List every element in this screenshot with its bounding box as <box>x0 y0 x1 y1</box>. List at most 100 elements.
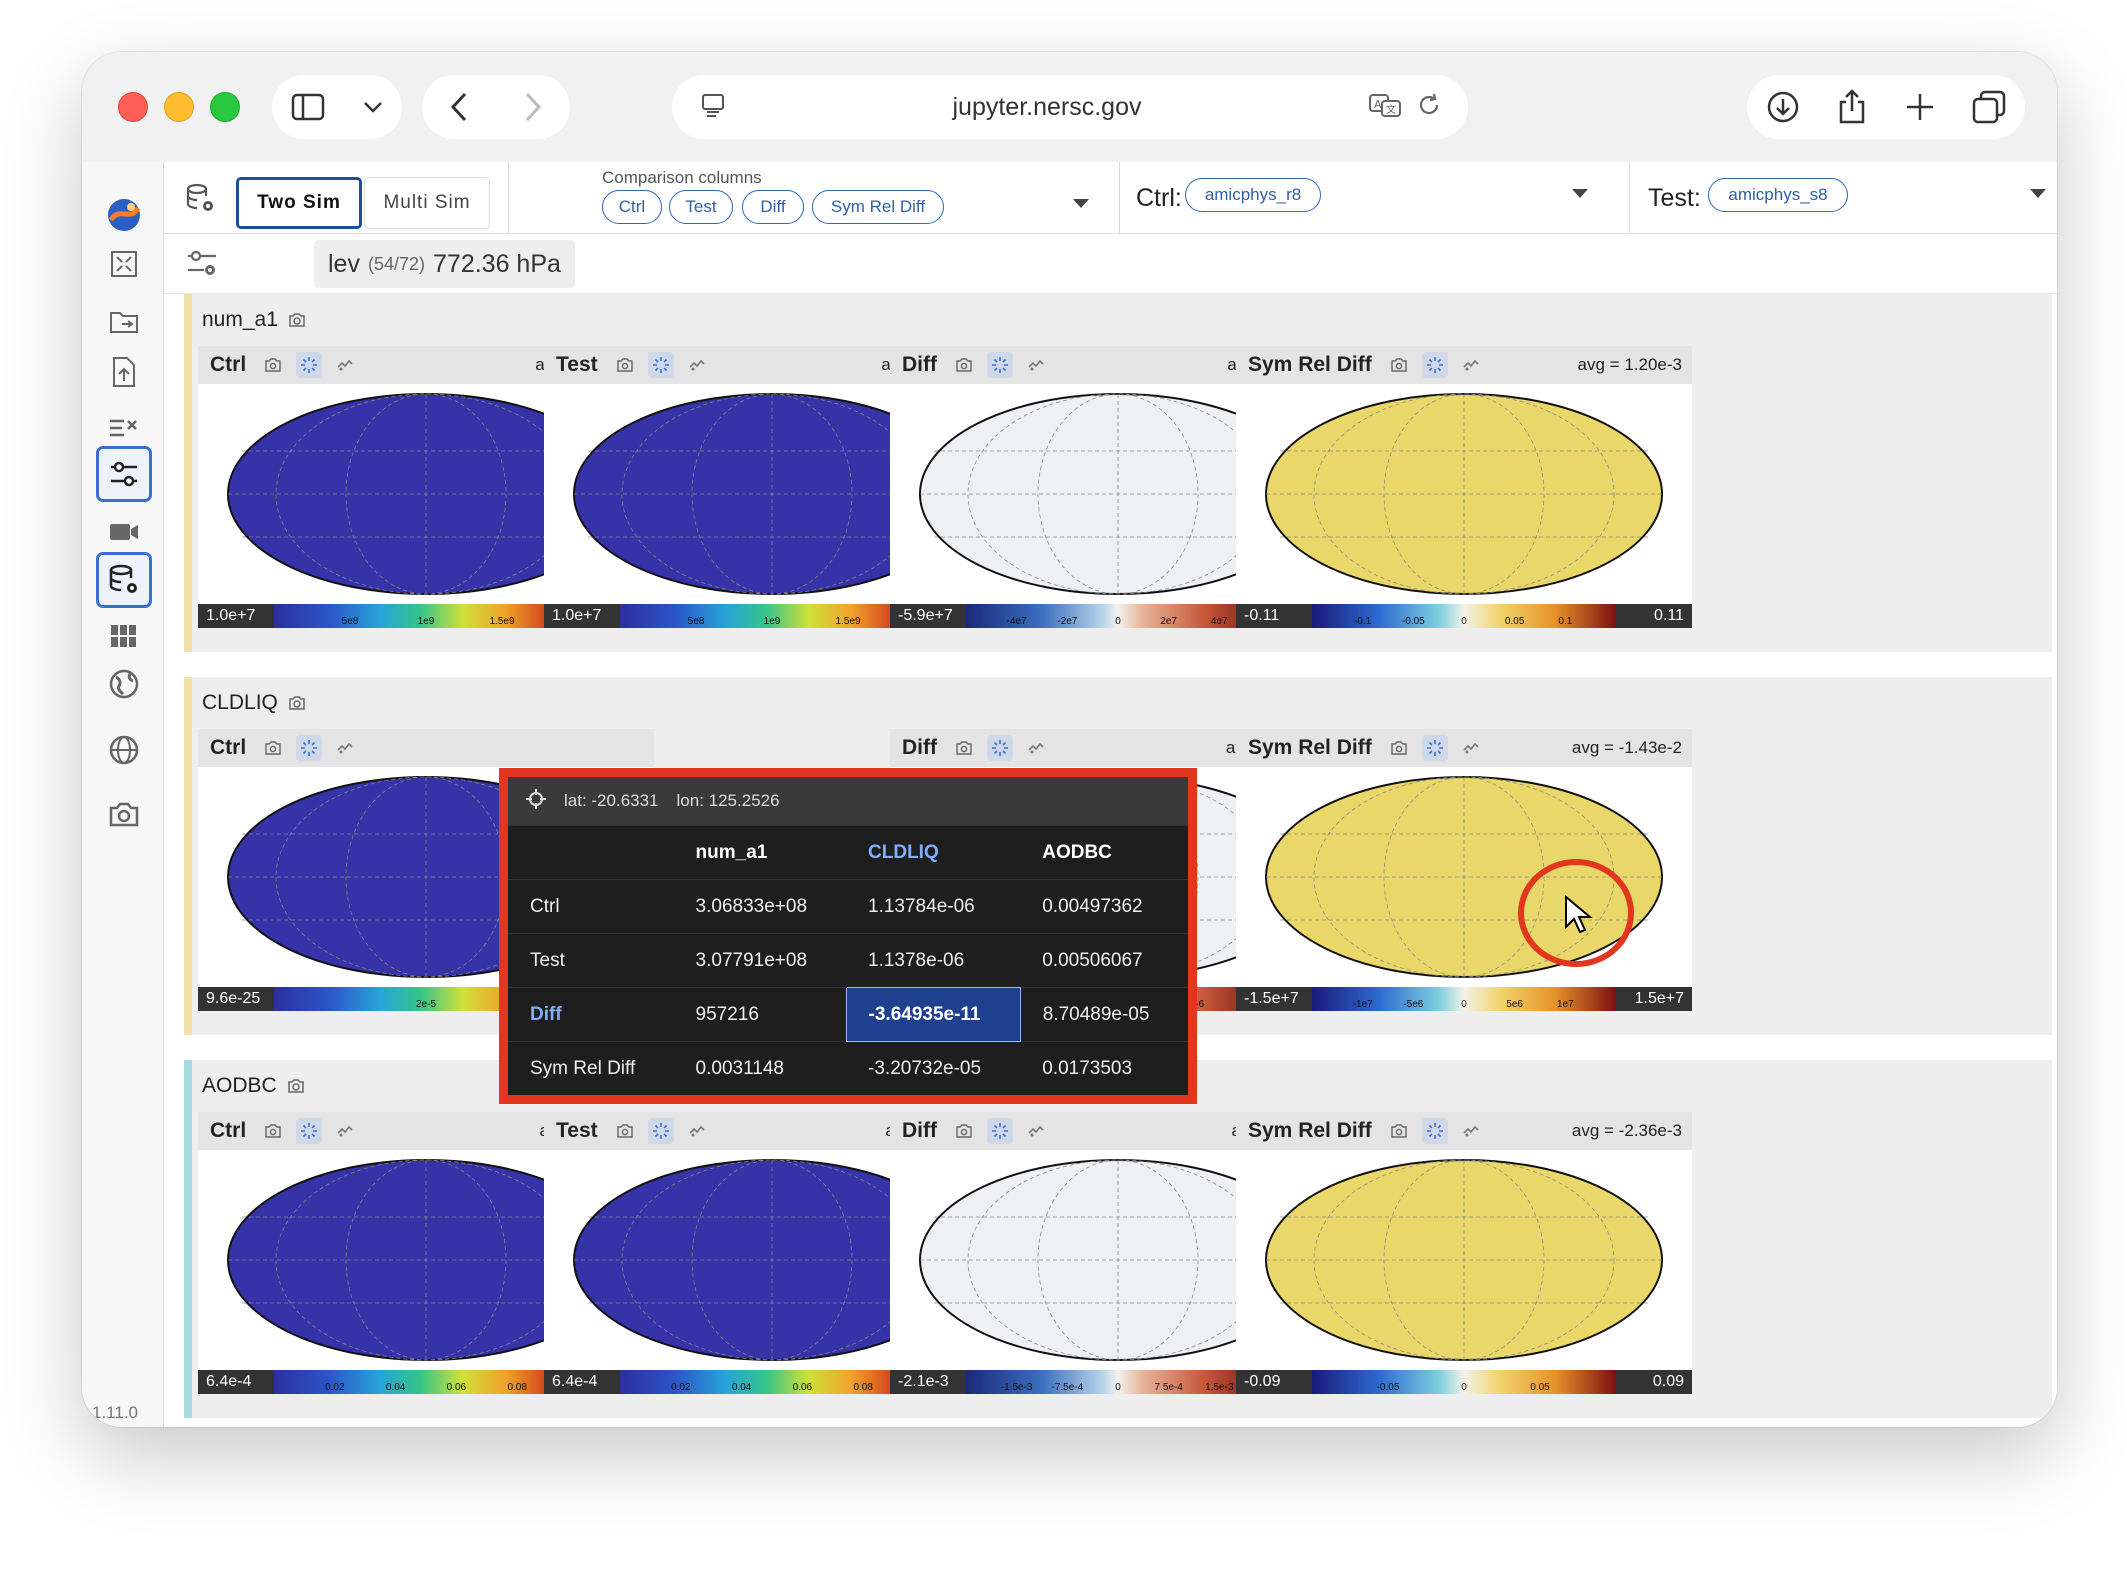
snapshot-icon[interactable] <box>951 1118 977 1144</box>
reader-icon[interactable] <box>700 92 726 123</box>
database-settings-icon[interactable] <box>96 552 152 608</box>
snapshot-icon[interactable] <box>1386 1118 1412 1144</box>
minimize-window-button[interactable] <box>164 92 194 122</box>
level-selector[interactable]: lev (54/72) 772.36 hPa <box>314 240 575 288</box>
colorbar-tick: 0.02 <box>325 1382 345 1393</box>
pointer-sync-icon[interactable] <box>647 1118 674 1144</box>
chip-sym-rel-diff[interactable]: Sym Rel Diff <box>812 190 944 224</box>
chip-ctrl[interactable]: Ctrl <box>602 190 662 224</box>
link-view-icon[interactable] <box>1458 735 1484 761</box>
map-panel[interactable]: Sym Rel Diff avg = -1.43e-2 -1.5e+7 -1e7 -5e… <box>1236 729 1692 1021</box>
pointer-sync-icon[interactable] <box>987 735 1013 761</box>
panel-title: Diff <box>902 353 937 376</box>
pointer-sync-icon[interactable] <box>296 735 323 761</box>
map-plot[interactable] <box>1236 767 1692 987</box>
camera-icon[interactable] <box>96 786 152 842</box>
snapshot-icon[interactable] <box>1386 352 1412 378</box>
translate-icon[interactable]: A文 <box>1368 92 1402 123</box>
sliders-icon[interactable] <box>96 446 152 502</box>
ctrl-dropdown-caret[interactable] <box>1572 189 1588 198</box>
link-view-icon[interactable] <box>684 1118 710 1144</box>
url-text[interactable]: jupyter.nersc.gov <box>726 93 1368 122</box>
maximize-window-button[interactable] <box>210 92 240 122</box>
multi-sim-toggle[interactable]: Multi Sim <box>364 177 490 229</box>
tabs-overview-icon[interactable] <box>1972 90 2006 124</box>
globe-icon[interactable] <box>96 722 152 778</box>
map-panel[interactable]: Sym Rel Diff avg = 1.20e-3 -0.11 -0.1 -0.05 0… <box>1236 346 1692 638</box>
snapshot-icon[interactable] <box>288 695 306 711</box>
colorbar-tick: 0.06 <box>446 1382 467 1393</box>
comparison-columns-dropdown-caret[interactable] <box>1073 199 1089 208</box>
colorbar-tick: -5e6 <box>1403 999 1424 1010</box>
snapshot-icon[interactable] <box>287 1078 305 1094</box>
colorbar-gradient: -0.1 -0.05 0 0.05 0.1 <box>1312 604 1616 628</box>
close-window-button[interactable] <box>118 92 148 122</box>
snapshot-icon[interactable] <box>260 352 286 378</box>
pointer-sync-icon[interactable] <box>647 352 674 378</box>
file-upload-icon[interactable] <box>96 344 152 400</box>
tooltip-cell: 0.0173503 <box>1020 1041 1188 1096</box>
folder-sync-icon[interactable] <box>96 294 152 350</box>
link-view-icon[interactable] <box>1458 352 1484 378</box>
pointer-sync-icon[interactable] <box>987 1118 1013 1144</box>
colorbar-gradient: 5e8 1e9 1.5e9 <box>274 604 578 628</box>
tooltip-row-test: Test 3.07791e+08 1.1378e-06 0.00506067 <box>508 933 1188 988</box>
tooltip-row-label: Ctrl <box>508 879 674 934</box>
pointer-sync-icon[interactable] <box>987 352 1013 378</box>
share-icon[interactable] <box>1837 89 1867 125</box>
map-plot[interactable] <box>1236 384 1692 604</box>
snapshot-icon[interactable] <box>612 1118 638 1144</box>
pointer-sync-icon[interactable] <box>1421 735 1448 761</box>
chip-diff[interactable]: Diff <box>742 190 804 224</box>
colorbar-tick: 0.05 <box>1504 616 1525 627</box>
test-dropdown-caret[interactable] <box>2030 189 2046 198</box>
link-view-icon[interactable] <box>332 1118 358 1144</box>
snapshot-icon[interactable] <box>951 352 977 378</box>
dataset-settings-icon[interactable] <box>184 182 218 221</box>
colorbar-tick: 0.08 <box>507 1382 527 1393</box>
link-view-icon[interactable] <box>332 352 358 378</box>
snapshot-icon[interactable] <box>951 735 977 761</box>
globe-fill-icon[interactable] <box>96 656 152 712</box>
link-view-icon[interactable] <box>684 352 710 378</box>
snapshot-icon[interactable] <box>1386 735 1412 761</box>
colorbar-min: -5.9e+7 <box>890 604 966 628</box>
pointer-sync-icon[interactable] <box>1421 352 1448 378</box>
panel-title: Ctrl <box>210 353 247 376</box>
snapshot-icon[interactable] <box>612 352 638 378</box>
download-icon[interactable] <box>1766 90 1800 124</box>
reload-icon[interactable] <box>1416 92 1442 123</box>
snapshot-icon[interactable] <box>260 735 286 761</box>
svg-text:文: 文 <box>1386 103 1396 116</box>
snapshot-icon[interactable] <box>288 312 306 328</box>
two-sim-toggle[interactable]: Two Sim <box>236 177 362 229</box>
forward-icon[interactable] <box>523 92 543 122</box>
map-panel[interactable]: Sym Rel Diff avg = -2.36e-3 -0.09 -0.05 0 0.0… <box>1236 1112 1692 1404</box>
colorbar-tick: 1e9 <box>763 616 781 627</box>
link-view-icon[interactable] <box>1023 352 1049 378</box>
address-bar[interactable]: jupyter.nersc.gov A文 <box>672 75 1468 139</box>
chip-test[interactable]: Test <box>669 190 733 224</box>
fit-icon[interactable] <box>96 236 152 292</box>
link-view-icon[interactable] <box>1023 1118 1049 1144</box>
variable-name-row: num_a1 <box>202 308 306 332</box>
pointer-sync-icon[interactable] <box>296 1118 323 1144</box>
robinson-map <box>1265 393 1663 595</box>
map-plot[interactable] <box>1236 1150 1692 1370</box>
snapshot-icon[interactable] <box>260 1118 286 1144</box>
new-tab-icon[interactable] <box>1905 92 1935 122</box>
colorbar-gradient: -1e7 -5e6 0 5e6 1e7 <box>1312 987 1616 1011</box>
ctrl-sim-chip[interactable]: amicphys_r8 <box>1185 178 1321 212</box>
chevron-down-icon[interactable] <box>363 100 383 114</box>
pointer-sync-icon[interactable] <box>1421 1118 1448 1144</box>
link-view-icon[interactable] <box>1023 735 1049 761</box>
level-settings-icon[interactable] <box>186 248 218 285</box>
back-icon[interactable] <box>449 92 469 122</box>
link-view-icon[interactable] <box>1458 1118 1484 1144</box>
link-view-icon[interactable] <box>332 735 358 761</box>
sidebar-toggle-icon[interactable] <box>291 93 325 121</box>
pointer-sync-icon[interactable] <box>296 352 323 378</box>
colorbar-tick: 5e6 <box>1506 999 1523 1010</box>
test-sim-chip[interactable]: amicphys_s8 <box>1708 178 1848 212</box>
app-logo-icon[interactable] <box>96 187 152 243</box>
